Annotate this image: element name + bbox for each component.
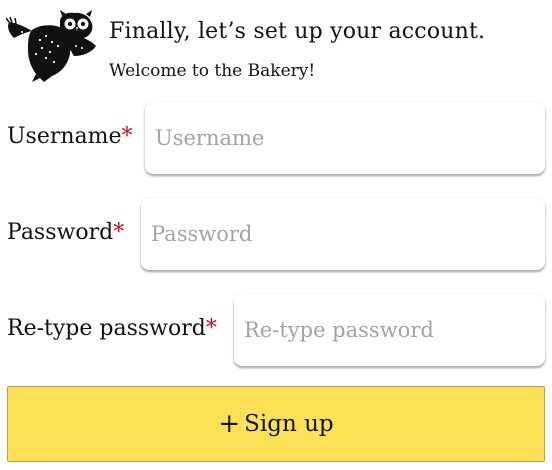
retype-password-input[interactable] bbox=[234, 294, 545, 366]
page-header: Finally, let’s set up your account. Welc… bbox=[0, 0, 552, 92]
sign-up-button-label: Sign up bbox=[244, 411, 334, 437]
plus-icon: + bbox=[218, 409, 241, 439]
username-row: Username* bbox=[0, 98, 552, 184]
retype-password-label-text: Re-type password bbox=[7, 316, 206, 341]
username-label-text: Username bbox=[7, 124, 122, 149]
owl-logo-icon bbox=[6, 10, 96, 82]
username-input[interactable] bbox=[145, 102, 545, 174]
retype-password-row: Re-type password* bbox=[0, 288, 552, 374]
password-row: Password* bbox=[0, 194, 552, 280]
required-mark: * bbox=[121, 124, 133, 149]
retype-password-label: Re-type password* bbox=[7, 314, 217, 344]
required-mark: * bbox=[113, 220, 125, 245]
page-subtitle: Welcome to the Bakery! bbox=[109, 61, 316, 81]
sign-up-button[interactable]: + Sign up bbox=[7, 386, 545, 462]
required-mark: * bbox=[205, 316, 217, 341]
password-input[interactable] bbox=[141, 198, 545, 270]
password-label: Password* bbox=[7, 218, 124, 248]
password-label-text: Password bbox=[7, 220, 114, 245]
page-title: Finally, let’s set up your account. bbox=[109, 19, 486, 44]
username-label: Username* bbox=[7, 122, 133, 152]
